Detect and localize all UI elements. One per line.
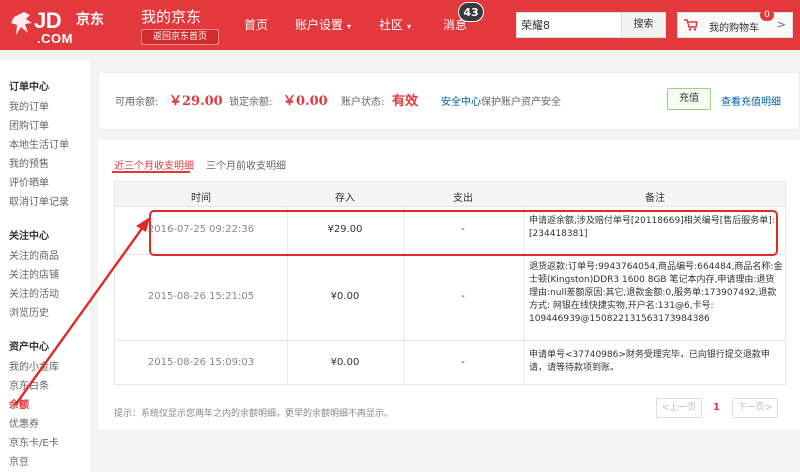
search-button[interactable]: 搜索 [621, 13, 665, 37]
security-center-link[interactable]: 安全中心 [441, 97, 481, 108]
sidebar-section-follow: 关注中心 [9, 231, 49, 242]
sidebar: 订单中心 我的订单 团购订单 本地生活订单 我的预售 评价晒单 取消订单记录 关… [0, 60, 90, 472]
sidebar-item-group-orders[interactable]: 团购订单 [9, 117, 49, 132]
highlight-box [149, 210, 778, 256]
table-header: 时间 存入 支出 备注 [114, 181, 786, 207]
sidebar-section-orders: 订单中心 [9, 82, 49, 93]
logo-cn-text: 京东 [76, 12, 104, 28]
page-title[interactable]: 我的京东 [141, 6, 201, 27]
available-balance-amount: ￥29.00 [169, 94, 223, 109]
row-expense: - [461, 357, 465, 368]
row-deposit: ¥0.00 [330, 291, 360, 302]
cart-label: 我的购物车 [709, 23, 759, 34]
balance-summary: 可用余额: ￥29.00 锁定余额: ￥0.00 账户状态: 有效 安全中心保护… [98, 72, 800, 130]
nav-account-settings[interactable]: 账户设置 ▾ [295, 0, 351, 50]
recharge-button[interactable]: 充值 [667, 88, 711, 110]
chevron-down-icon: ▾ [347, 22, 352, 31]
column-note: 备注 [645, 193, 665, 204]
sidebar-item-vault[interactable]: 我的小金库 [9, 358, 59, 373]
cart-count-badge: 0 [760, 9, 774, 21]
jd-logo[interactable]: JD 京东 .COM [10, 6, 130, 46]
tab-older-than-three-months[interactable]: 三个月前收支明细 [206, 157, 286, 172]
sidebar-item-followed-shops[interactable]: 关注的店铺 [9, 266, 59, 281]
sidebar-item-browse-history[interactable]: 浏览历史 [9, 304, 49, 319]
sidebar-section-assets: 资产中心 [9, 342, 49, 353]
chevron-down-icon: ▾ [407, 22, 412, 31]
top-header: JD 京东 .COM 我的京东 返回京东首页 首页 账户设置 ▾ 社区 ▾ 消息 4… [0, 0, 800, 50]
nav-home[interactable]: 首页 [244, 0, 268, 50]
sidebar-item-baitiao[interactable]: 京东白条 [9, 377, 49, 392]
sidebar-item-presale[interactable]: 我的预售 [9, 155, 49, 170]
sidebar-item-followed-events[interactable]: 关注的活动 [9, 285, 59, 300]
back-home-button[interactable]: 返回京东首页 [141, 29, 219, 45]
cart-button[interactable]: 我的购物车 > [677, 12, 793, 38]
balance-details: 近三个月收支明细 三个月前收支明细 时间 存入 支出 备注 2016-07-25… [98, 140, 800, 430]
tab-recent-three-months[interactable]: 近三个月收支明细 [114, 157, 194, 172]
sidebar-item-balance[interactable]: 余额 [9, 396, 29, 411]
column-deposit: 存入 [335, 193, 355, 204]
cart-icon [684, 19, 698, 31]
row-expense: - [461, 291, 465, 302]
sidebar-item-followed-products[interactable]: 关注的商品 [9, 247, 59, 262]
sidebar-item-local-orders[interactable]: 本地生活订单 [9, 136, 69, 151]
sidebar-item-jingdou[interactable]: 京豆 [9, 453, 29, 468]
logo-com-text: .COM [37, 31, 73, 46]
available-balance-label: 可用余额: [115, 97, 159, 108]
chevron-right-icon: > [776, 18, 786, 31]
view-recharge-details-link[interactable]: 查看充值明细 [721, 93, 781, 108]
row-time: 2015-08-26 15:09:03 [147, 357, 255, 368]
row-note: 申请单号<37740986>财务受理完毕，已向银行提交退款申请，请等待款项到账。 [529, 350, 770, 373]
sidebar-item-coupons[interactable]: 优惠券 [9, 415, 39, 430]
sidebar-item-reviews[interactable]: 评价晒单 [9, 174, 49, 189]
column-time: 时间 [191, 193, 211, 204]
active-tab-indicator [112, 171, 190, 173]
sidebar-item-my-orders[interactable]: 我的订单 [9, 98, 49, 113]
sidebar-item-cancelled-orders[interactable]: 取消订单记录 [9, 193, 69, 208]
locked-balance-label: 锁定余额: [229, 97, 273, 108]
message-count-badge: 43 [458, 2, 484, 22]
jd-dog-icon [11, 12, 32, 35]
retention-hint: 提示：系统仅显示您两年之内的余额明细，更早的余额明细不再显示。 [114, 409, 394, 419]
search-box: 搜索 [516, 12, 666, 38]
security-notice: 安全中心保护账户资产安全 [441, 97, 561, 108]
search-input[interactable] [521, 16, 621, 34]
sidebar-item-gift-cards[interactable]: 京东卡/E卡 [9, 434, 59, 449]
column-expense: 支出 [453, 193, 473, 204]
pager-current-page[interactable]: 1 [713, 402, 720, 413]
account-status-value: 有效 [392, 94, 419, 109]
table-row: 2015-08-26 15:09:03 ¥0.00 - 申请单号<3774098… [114, 341, 786, 385]
table-row: 2015-08-26 15:21:05 ¥0.00 - 退货返款:订单号:994… [114, 255, 786, 341]
row-note: 退货返款:订单号:9943764054,商品编号:664484,商品名称:金士顿… [529, 262, 783, 324]
row-time: 2015-08-26 15:21:05 [147, 291, 255, 302]
nav-community[interactable]: 社区 ▾ [379, 0, 411, 50]
account-status-label: 账户状态: [341, 97, 385, 108]
locked-balance-amount: ￥0.00 [283, 94, 328, 109]
pager-next-button[interactable]: 下一页> [732, 398, 778, 418]
pager-prev-button[interactable]: <上一页 [656, 398, 702, 418]
row-deposit: ¥0.00 [330, 357, 360, 368]
